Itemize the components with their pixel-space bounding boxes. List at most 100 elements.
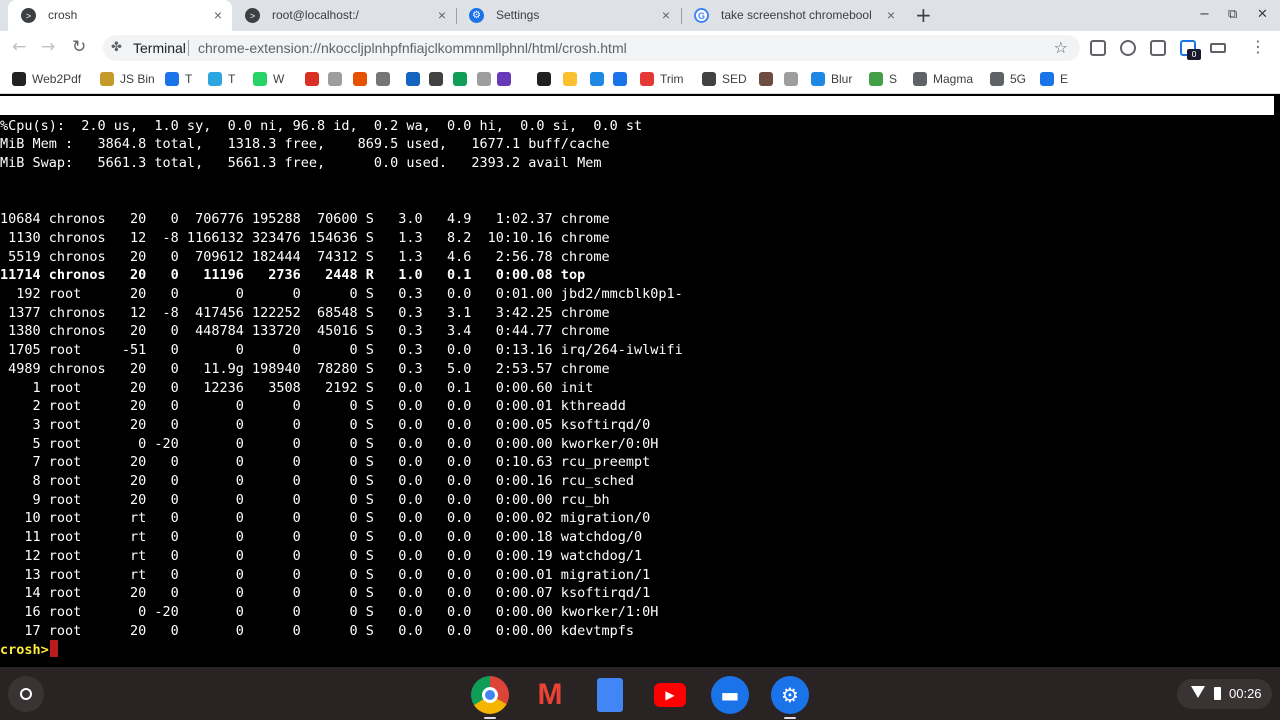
bookmark-item[interactable]	[563, 70, 583, 88]
process-row: 17 root 20 0 0 0 0 S 0.0 0.0 0:00.00 kde…	[0, 622, 634, 639]
bookmark-item[interactable]	[453, 70, 473, 88]
bookmark-favicon-icon	[869, 72, 883, 86]
address-bar[interactable]: ✤ Terminal chrome-extension://nkoccljpln…	[103, 35, 1080, 61]
puzzle-icon[interactable]: ✤	[111, 40, 122, 55]
tab-title: root@localhost:/	[272, 8, 359, 22]
docs-app-icon[interactable]	[591, 676, 629, 714]
keyboard-extension-icon[interactable]	[1210, 43, 1226, 53]
new-tab-button[interactable]: +	[915, 5, 932, 25]
clock-extension-icon[interactable]	[1120, 40, 1136, 56]
process-row: 10684 chronos 20 0 706776 195288 70600 S…	[0, 211, 610, 228]
bookmark-item[interactable]	[497, 70, 517, 88]
bookmark-item[interactable]: Trim	[640, 70, 684, 88]
close-icon[interactable]: ×	[438, 7, 446, 23]
app-active-indicator	[784, 717, 796, 719]
gear-icon: ⚙	[469, 8, 484, 23]
bookmark-item[interactable]: Web2Pdf	[12, 70, 81, 88]
top-summary-line: MiB Swap: 5661.3 total, 5661.3 free, 0.0…	[0, 155, 602, 172]
bookmark-item[interactable]: 5G	[990, 70, 1026, 88]
url-text[interactable]: chrome-extension://nkoccljplnhpfnfiajclk…	[198, 40, 627, 56]
bookmark-item[interactable]: E	[1040, 70, 1068, 88]
gmail-app-icon[interactable]: M	[531, 676, 569, 714]
reload-button[interactable]: ↻	[72, 37, 86, 57]
bookmark-item[interactable]	[376, 70, 396, 88]
launcher-button[interactable]	[8, 676, 44, 712]
tab-title: Settings	[496, 8, 540, 22]
process-row: 2 root 20 0 0 0 0 S 0.0 0.0 0:00.01 kthr…	[0, 398, 626, 415]
bookmark-item[interactable]: W	[253, 70, 284, 88]
tab-google-search[interactable]: G take screenshot chromebook - G ×	[681, 0, 905, 31]
restore-button[interactable]: ⧉	[1228, 6, 1237, 24]
extension-badge: 0	[1187, 49, 1201, 60]
bookmark-label: T	[185, 72, 193, 86]
divider	[188, 40, 189, 56]
status-tray[interactable]: 00:26	[1177, 679, 1272, 709]
top-summary-line: MiB Mem : 3864.8 total, 1318.3 free, 869…	[0, 136, 610, 153]
bookmark-label: S	[889, 72, 898, 86]
youtube-app-icon[interactable]: ▶	[651, 676, 689, 714]
close-icon[interactable]: ×	[887, 7, 895, 23]
site-name: Terminal	[133, 40, 186, 56]
files-app-icon[interactable]: ▬	[711, 676, 749, 714]
bookmark-favicon-icon	[305, 72, 319, 86]
bookmark-item[interactable]: S	[869, 70, 897, 88]
bookmark-item[interactable]	[429, 70, 449, 88]
bookmark-label: Web2Pdf	[32, 72, 82, 86]
bookmark-item[interactable]	[613, 70, 633, 88]
bookmark-favicon-icon	[497, 72, 511, 86]
shield-extension-icon[interactable]	[1090, 40, 1106, 56]
app-active-indicator	[484, 717, 496, 719]
process-row: 13 root rt 0 0 0 0 S 0.0 0.0 0:00.01 mig…	[0, 566, 651, 583]
bookmark-item[interactable]	[353, 70, 373, 88]
bookmark-item[interactable]	[590, 70, 610, 88]
prompt: crosh>	[0, 642, 49, 659]
bookmark-favicon-icon	[12, 72, 26, 86]
bookmark-item[interactable]	[537, 70, 557, 88]
process-row: 11714 chronos 20 0 11196 2736 2448 R 1.0…	[0, 267, 586, 284]
back-button[interactable]: ←	[12, 37, 26, 57]
bookmark-item[interactable]: JS Bin	[100, 70, 155, 88]
process-row: 11 root rt 0 0 0 0 S 0.0 0.0 0:00.18 wat…	[0, 529, 643, 546]
settings-app-icon[interactable]: ⚙	[771, 676, 809, 714]
forward-button[interactable]: →	[41, 37, 55, 57]
bookmark-item[interactable]	[759, 70, 779, 88]
browser-toolbar: ← → ↻ ✤ Terminal chrome-extension://nkoc…	[0, 31, 1280, 65]
bookmark-item[interactable]	[784, 70, 804, 88]
image-extension-icon[interactable]	[1150, 40, 1166, 56]
tab-crosh[interactable]: > crosh ×	[8, 0, 232, 31]
bookmark-item[interactable]	[406, 70, 426, 88]
bookmark-item[interactable]: SED	[702, 70, 747, 88]
tab-settings[interactable]: ⚙ Settings ×	[456, 0, 680, 31]
bookmark-item[interactable]: T	[208, 70, 235, 88]
cursor[interactable]	[49, 640, 58, 658]
minimize-button[interactable]: −	[1199, 6, 1210, 24]
process-row: 3 root 20 0 0 0 0 S 0.0 0.0 0:00.05 ksof…	[0, 416, 651, 433]
bookmark-favicon-icon	[208, 72, 222, 86]
close-icon[interactable]: ×	[214, 7, 222, 23]
prompt-line[interactable]: crosh>	[0, 640, 58, 659]
bookmark-label: JS Bin	[120, 72, 155, 86]
bookmark-label: W	[273, 72, 285, 86]
bookmark-item[interactable]	[328, 70, 348, 88]
chrome-app-icon[interactable]	[471, 676, 509, 714]
tab-title: crosh	[48, 8, 78, 22]
bookmark-item[interactable]: T	[165, 70, 192, 88]
bookmark-item[interactable]: Blur	[811, 70, 852, 88]
bookmark-item[interactable]	[477, 70, 497, 88]
bookmark-favicon-icon	[913, 72, 927, 86]
bookmark-favicon-icon	[165, 72, 179, 86]
bookmark-star-icon[interactable]: ☆	[1054, 38, 1068, 57]
close-icon[interactable]: ×	[662, 7, 670, 23]
process-header: PID USER PR NI VIRT RES SHR S %CPU %MEM …	[0, 192, 618, 209]
bookmark-favicon-icon	[253, 72, 267, 86]
bookmark-favicon-icon	[784, 72, 798, 86]
close-window-button[interactable]: ✕	[1257, 6, 1268, 24]
bookmark-item[interactable]	[305, 70, 325, 88]
menu-icon[interactable]: ⋮	[1250, 37, 1266, 57]
bookmark-favicon-icon	[453, 72, 467, 86]
bookmark-label: T	[228, 72, 236, 86]
bookmark-item[interactable]: Magma	[913, 70, 973, 88]
process-row: 5 root 0 -20 0 0 0 S 0.0 0.0 0:00.00 kwo…	[0, 435, 659, 452]
bookmark-favicon-icon	[537, 72, 551, 86]
tab-root-localhost[interactable]: > root@localhost:/ ×	[232, 0, 456, 31]
